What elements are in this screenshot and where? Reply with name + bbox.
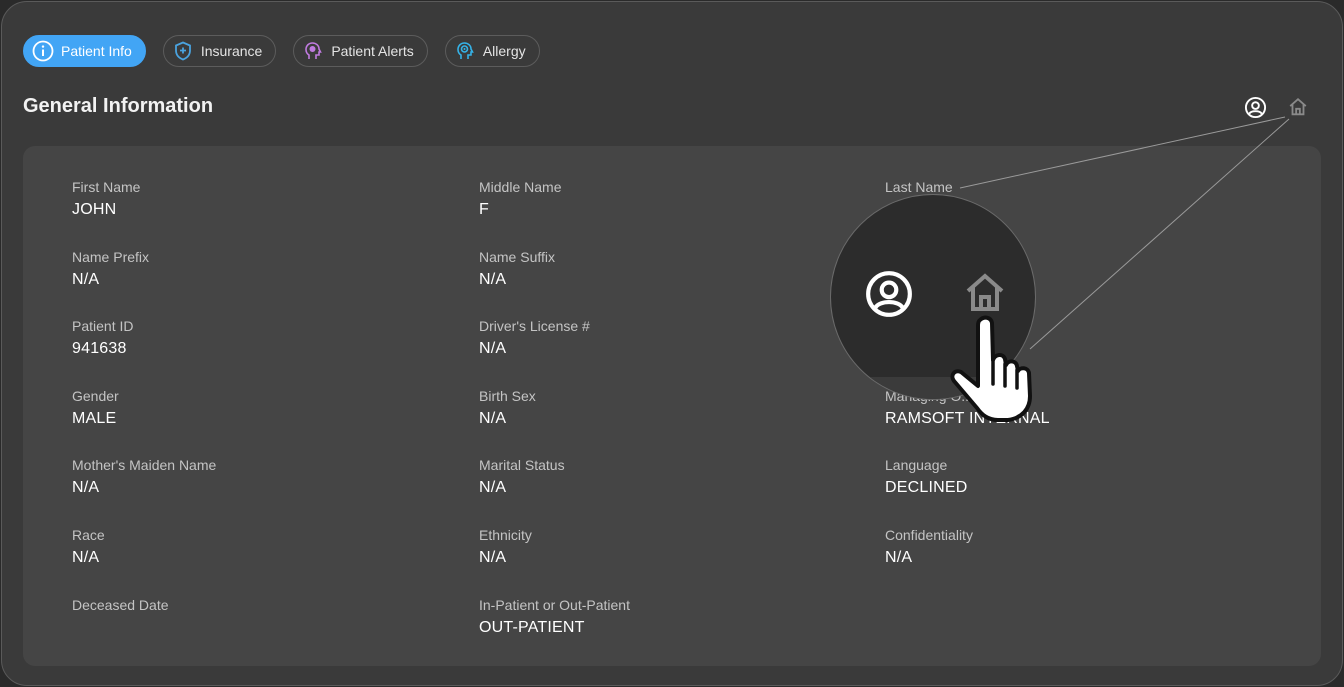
home-icon: [966, 273, 1004, 311]
patient-window: Patient Info Insurance Patient Alerts Al…: [1, 1, 1343, 686]
user-circle-icon: [866, 271, 912, 317]
hand-pointer-icon: [950, 315, 1032, 422]
magnifier-connector-lines: [959, 116, 1290, 350]
